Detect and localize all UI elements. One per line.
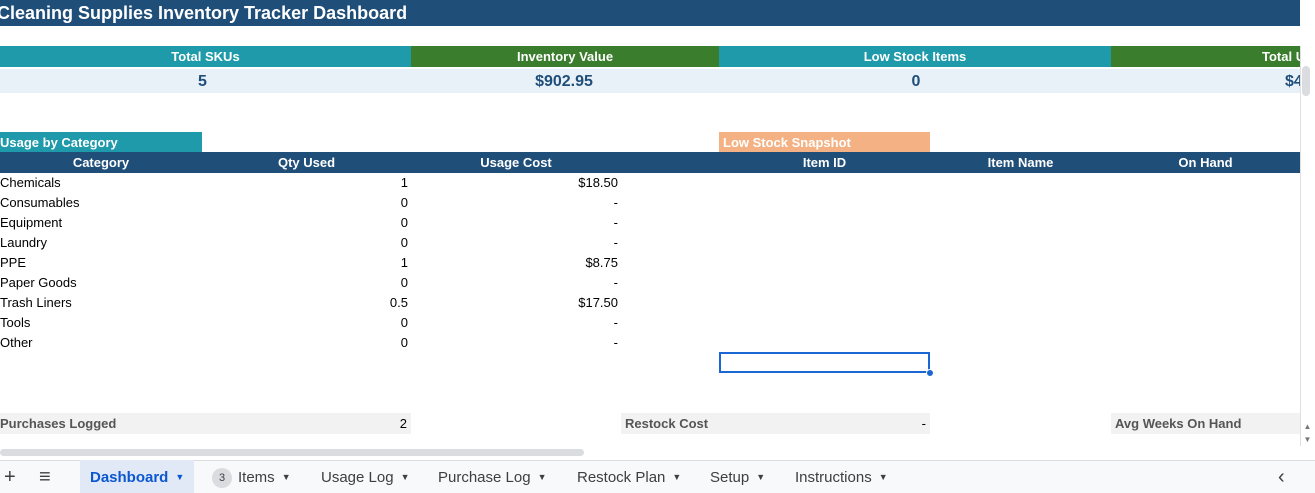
qty-used-cell[interactable]: 0.5 [202, 293, 411, 313]
tab-dashboard-label: Dashboard [90, 469, 169, 486]
avg-weeks-cell[interactable]: Avg Weeks On Hand [1111, 413, 1300, 434]
qty-used-cell[interactable]: 0 [202, 273, 411, 293]
horizontal-scrollbar-thumb[interactable] [0, 449, 584, 456]
kpi-value-inventory-value[interactable]: $902.95 [411, 69, 719, 93]
tab-restock-plan-label: Restock Plan [577, 469, 666, 486]
header-on-hand: On Hand [1178, 155, 1233, 170]
vertical-scrollbar-thumb[interactable] [1302, 66, 1310, 96]
tab-dashboard[interactable]: Dashboard ▼ [80, 460, 195, 493]
header-usage-cost: Usage Cost [480, 155, 552, 170]
qty-used-cell[interactable]: 0 [202, 213, 411, 233]
tab-dashboard-chevron-down-icon[interactable]: ▼ [175, 472, 184, 482]
usage-cost-cell[interactable]: - [411, 313, 621, 333]
kpi-value-total-usage[interactable]: $4 [1111, 69, 1300, 93]
low-stock-section-label: Low Stock Snapshot [719, 132, 930, 152]
kpi-label-inventory-value: Inventory Value [411, 46, 719, 67]
qty-used-cell[interactable]: 0 [202, 193, 411, 213]
scroll-down-icon[interactable]: ▼ [1300, 433, 1315, 446]
qty-used-cell[interactable]: 0 [202, 333, 411, 353]
tab-items[interactable]: 3 Items ▼ [202, 460, 301, 493]
kpi-label-total-skus: Total SKUs [0, 46, 411, 67]
usage-cost-cell[interactable]: $17.50 [411, 293, 621, 313]
avg-weeks-label: Avg Weeks On Hand [1115, 416, 1242, 431]
kpi-value-low-stock[interactable]: 0 [719, 69, 1111, 93]
category-cell[interactable]: Equipment [0, 213, 202, 233]
vertical-scrollbar[interactable] [1300, 46, 1315, 446]
tab-instructions-label: Instructions [795, 469, 872, 486]
scroll-up-icon[interactable]: ▲ [1300, 420, 1315, 433]
selected-cell[interactable] [719, 352, 930, 373]
tab-items-label: Items [238, 469, 275, 486]
tab-restock-plan[interactable]: Restock Plan ▼ [567, 460, 691, 493]
header-category: Category [72, 155, 130, 170]
restock-cost-value: - [921, 416, 926, 431]
category-cell[interactable]: Tools [0, 313, 202, 333]
qty-used-cell[interactable]: 1 [202, 173, 411, 193]
category-cell[interactable]: Trash Liners [0, 293, 202, 313]
usage-cost-cell[interactable]: $18.50 [411, 173, 621, 193]
usage-section-label: Usage by Category [0, 132, 202, 152]
restock-cost-label: Restock Cost [625, 416, 709, 431]
qty-used-cell[interactable]: 0 [202, 313, 411, 333]
kpi-label-total-usage: Total U [1111, 46, 1300, 67]
usage-cost-cell[interactable]: - [411, 193, 621, 213]
purchases-logged-value: 2 [399, 416, 407, 431]
tab-setup[interactable]: Setup ▼ [700, 460, 775, 493]
all-sheets-menu-icon[interactable]: ≡ [39, 462, 57, 493]
usage-cost-cell[interactable]: - [411, 233, 621, 253]
category-cell[interactable]: Laundry [0, 233, 202, 253]
qty-used-cell[interactable]: 0 [202, 233, 411, 253]
tab-setup-label: Setup [710, 469, 750, 486]
tab-purchase-log-label: Purchase Log [438, 469, 531, 486]
dashboard-title: Cleaning Supplies Inventory Tracker Dash… [0, 0, 1300, 26]
usage-cost-cell[interactable]: - [411, 273, 621, 293]
category-cell[interactable]: Other [0, 333, 202, 353]
tab-restock-plan-chevron-down-icon[interactable]: ▼ [672, 472, 681, 482]
usage-cost-cell[interactable]: - [411, 213, 621, 233]
purchases-logged-label: Purchases Logged [0, 416, 117, 431]
tab-usage-log-chevron-down-icon[interactable]: ▼ [401, 472, 410, 482]
tab-purchase-log[interactable]: Purchase Log ▼ [428, 460, 557, 493]
category-cell[interactable]: PPE [0, 253, 202, 273]
category-cell[interactable]: Chemicals [0, 173, 202, 193]
add-sheet-icon[interactable]: + [4, 462, 18, 493]
qty-used-cell[interactable]: 1 [202, 253, 411, 273]
usage-cost-cell[interactable]: - [411, 333, 621, 353]
tab-usage-log[interactable]: Usage Log ▼ [311, 460, 419, 493]
tab-setup-chevron-down-icon[interactable]: ▼ [756, 472, 765, 482]
header-item-name: Item Name [987, 155, 1054, 170]
kpi-value-total-skus[interactable]: 5 [0, 69, 411, 93]
fill-handle[interactable] [926, 369, 934, 377]
tab-instructions-chevron-down-icon[interactable]: ▼ [879, 472, 888, 482]
scroll-tabs-left-icon[interactable]: ‹ [1278, 462, 1292, 493]
category-cell[interactable]: Consumables [0, 193, 202, 213]
tab-items-chevron-down-icon[interactable]: ▼ [282, 472, 291, 482]
tab-instructions[interactable]: Instructions ▼ [785, 460, 898, 493]
tab-usage-log-label: Usage Log [321, 469, 394, 486]
header-item-id: Item ID [802, 155, 847, 170]
category-cell[interactable]: Paper Goods [0, 273, 202, 293]
usage-cost-cell[interactable]: $8.75 [411, 253, 621, 273]
purchases-logged-cell[interactable]: Purchases Logged 2 [0, 413, 411, 434]
tab-items-badge: 3 [212, 468, 232, 488]
header-qty-used: Qty Used [277, 155, 336, 170]
kpi-label-low-stock: Low Stock Items [719, 46, 1111, 67]
tab-purchase-log-chevron-down-icon[interactable]: ▼ [538, 472, 547, 482]
restock-cost-cell[interactable]: Restock Cost - [621, 413, 930, 434]
